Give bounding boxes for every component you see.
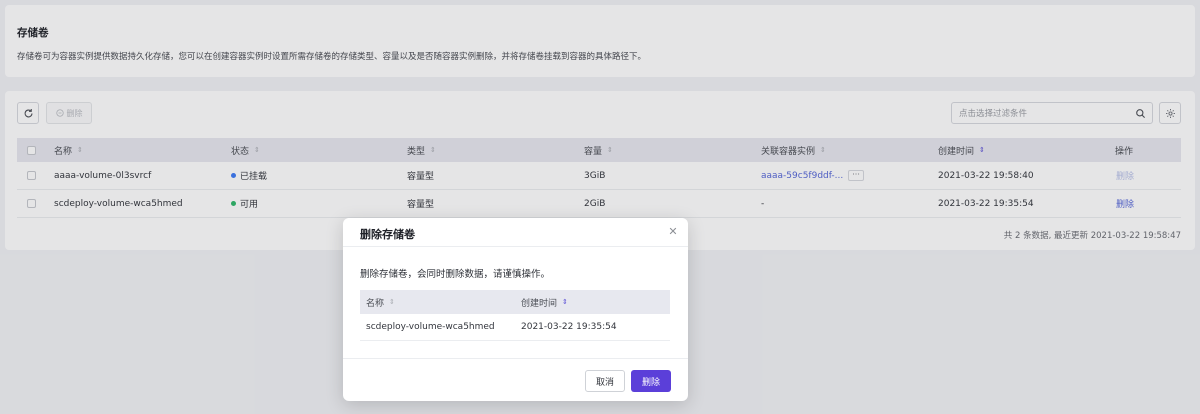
dialog-column-created[interactable]: 创建时间 ⇕: [521, 290, 568, 314]
dialog-table-row: scdeploy-volume-wca5hmed 2021-03-22 19:3…: [360, 314, 670, 341]
dialog-table-header: 名称 ⇕ 创建时间 ⇕: [360, 290, 670, 314]
dialog-column-name[interactable]: 名称 ⇕: [366, 290, 395, 314]
divider: [343, 358, 688, 359]
close-icon[interactable]: ✕: [667, 226, 679, 238]
sort-icon[interactable]: ⇕: [389, 298, 395, 306]
divider: [343, 246, 688, 247]
sort-desc-icon[interactable]: ⇕: [562, 298, 568, 306]
confirm-delete-button[interactable]: 删除: [631, 370, 671, 392]
dialog-volume-name: scdeploy-volume-wca5hmed: [366, 322, 495, 332]
dialog-warning-message: 删除存储卷，会同时删除数据，请谨慎操作。: [360, 269, 551, 280]
dialog-title: 删除存储卷: [360, 228, 415, 241]
cancel-button[interactable]: 取消: [585, 370, 625, 392]
delete-volume-dialog: 删除存储卷 ✕ 删除存储卷，会同时删除数据，请谨慎操作。 名称 ⇕ 创建时间 ⇕ s…: [343, 218, 688, 401]
dialog-created-time: 2021-03-22 19:35:54: [521, 322, 617, 332]
